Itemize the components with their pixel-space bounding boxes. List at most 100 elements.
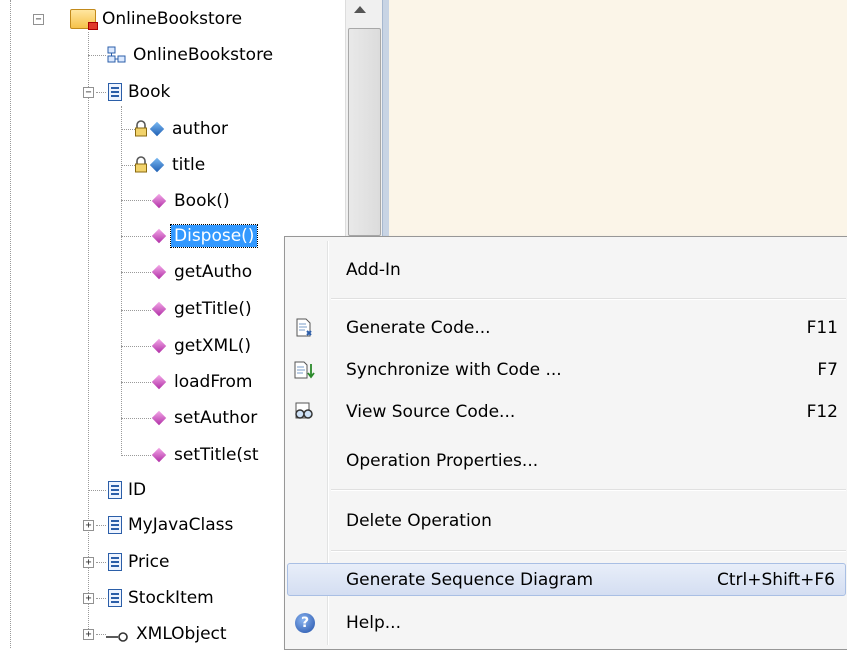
tree-node-class[interactable]: ID	[108, 475, 149, 505]
help-icon: ?	[295, 613, 317, 635]
menu-item-label: Synchronize with Code ...	[346, 359, 562, 380]
collapse-toggle[interactable]: −	[33, 14, 44, 25]
tree-node-attribute[interactable]: title	[134, 150, 208, 180]
operation-icon	[151, 301, 167, 317]
tree-guide-line	[121, 200, 151, 201]
expand-toggle[interactable]: +	[83, 629, 94, 640]
tree-guide-line	[96, 598, 106, 599]
menu-item-label: Generate Code...	[346, 317, 491, 338]
operation-icon	[151, 447, 167, 463]
tree-node-operation-selected[interactable]: Dispose()	[151, 221, 259, 251]
tree-node-attribute[interactable]: author	[134, 114, 231, 144]
tree-node-interface[interactable]: XMLObject	[104, 619, 230, 649]
tree-node-operation[interactable]: setTitle(st	[151, 440, 262, 470]
view-source-icon	[293, 401, 315, 423]
lock-icon	[134, 156, 148, 174]
tree-guide-line	[10, 0, 11, 648]
tree-node-diagram[interactable]: OnlineBookstore	[107, 40, 276, 70]
menu-item-generate-code[interactable]: Generate Code... F11	[288, 312, 847, 343]
tree-guide-line	[121, 165, 135, 166]
menu-item-synchronize[interactable]: Synchronize with Code ... F7	[288, 354, 847, 385]
tree-guide-line	[88, 32, 89, 635]
tree-node-package[interactable]: OnlineBookstore	[70, 4, 245, 34]
tree-node-label: getXML()	[174, 336, 251, 356]
menu-item-label: Generate Sequence Diagram	[346, 569, 594, 590]
context-menu: Add-In Generate Code... F11 Synchronize …	[284, 236, 847, 650]
tree-node-class[interactable]: MyJavaClass	[108, 510, 236, 540]
tree-node-operation[interactable]: getTitle()	[151, 294, 255, 324]
menu-item-help[interactable]: ? Help...	[288, 607, 847, 638]
tree-guide-line	[121, 382, 151, 383]
tree-node-label: title	[172, 155, 206, 175]
collapse-toggle[interactable]: −	[83, 87, 94, 98]
tree-node-label: OnlineBookstore	[133, 45, 274, 65]
class-icon	[108, 589, 122, 607]
expand-toggle[interactable]: +	[83, 593, 94, 604]
tree-node-label: OnlineBookstore	[102, 9, 243, 29]
menu-item-label: Operation Properties...	[346, 450, 539, 471]
menu-item-generate-sequence-diagram[interactable]: Generate Sequence Diagram Ctrl+Shift+F6	[287, 563, 846, 596]
tree-node-label: setAuthor	[174, 408, 258, 428]
lock-icon	[134, 120, 148, 138]
tree-node-operation[interactable]: setAuthor	[151, 403, 260, 433]
tree-node-class-book[interactable]: Book	[108, 77, 173, 107]
tree-node-label: author	[172, 119, 229, 139]
tree-guide-line	[121, 310, 151, 311]
tree-node-operation[interactable]: getXML()	[151, 331, 254, 361]
tree-node-label: Dispose()	[169, 224, 259, 248]
operation-icon	[151, 228, 167, 244]
generate-code-icon	[293, 317, 315, 339]
operation-icon	[151, 374, 167, 390]
attribute-icon	[149, 157, 165, 173]
tree-node-label: Price	[128, 552, 170, 572]
expand-toggle[interactable]: +	[83, 557, 94, 568]
menu-item-operation-properties[interactable]: Operation Properties...	[288, 445, 847, 476]
interface-lollipop-icon	[104, 628, 130, 642]
tree-guide-line	[121, 129, 135, 130]
shortcut-label: F11	[806, 317, 838, 338]
tree-guide-line	[121, 455, 151, 456]
scroll-up-arrow-icon[interactable]	[354, 6, 366, 13]
tree-node-label: setTitle(st	[174, 445, 259, 465]
synchronize-code-icon	[293, 359, 315, 381]
tree-guide-line	[96, 92, 106, 93]
class-icon	[108, 553, 122, 571]
tree-node-operation[interactable]: Book()	[151, 186, 233, 216]
tree-guide-line	[121, 418, 151, 419]
tree-node-label: loadFrom	[174, 372, 253, 392]
tree-node-label: XMLObject	[136, 624, 227, 644]
tree-node-operation[interactable]: getAutho	[151, 257, 255, 287]
menu-item-add-in[interactable]: Add-In	[288, 254, 847, 285]
menu-separator	[331, 489, 846, 491]
tree-node-label: MyJavaClass	[128, 515, 234, 535]
shortcut-label: F12	[806, 401, 838, 422]
menu-item-label: Add-In	[346, 259, 401, 280]
scrollbar-thumb[interactable]	[348, 28, 381, 236]
tree-node-label: getTitle()	[174, 299, 252, 319]
menu-item-label: Delete Operation	[346, 510, 492, 531]
attribute-icon	[149, 121, 165, 137]
tree-guide-line	[121, 346, 151, 347]
tree-node-label: Book	[128, 82, 171, 102]
menu-item-delete-operation[interactable]: Delete Operation	[288, 505, 847, 536]
menu-item-view-source[interactable]: View Source Code... F12	[288, 396, 847, 427]
operation-icon	[151, 193, 167, 209]
tree-guide-line	[96, 525, 106, 526]
shortcut-label: F7	[817, 359, 838, 380]
menu-item-label: Help...	[346, 612, 401, 633]
expand-toggle[interactable]: +	[83, 520, 94, 531]
tree-node-label: ID	[128, 480, 147, 500]
tree-node-label: StockItem	[128, 588, 214, 608]
menu-separator	[331, 550, 846, 552]
operation-icon	[151, 338, 167, 354]
class-icon	[108, 481, 122, 499]
tree-node-class[interactable]: StockItem	[108, 583, 217, 613]
operation-icon	[151, 410, 167, 426]
operation-icon	[151, 264, 167, 280]
tree-node-class[interactable]: Price	[108, 547, 172, 577]
class-icon	[108, 516, 122, 534]
shortcut-label: Ctrl+Shift+F6	[717, 569, 835, 590]
package-folder-icon	[70, 9, 98, 30]
tree-node-operation[interactable]: loadFrom	[151, 367, 255, 397]
tree-guide-line	[88, 490, 106, 491]
